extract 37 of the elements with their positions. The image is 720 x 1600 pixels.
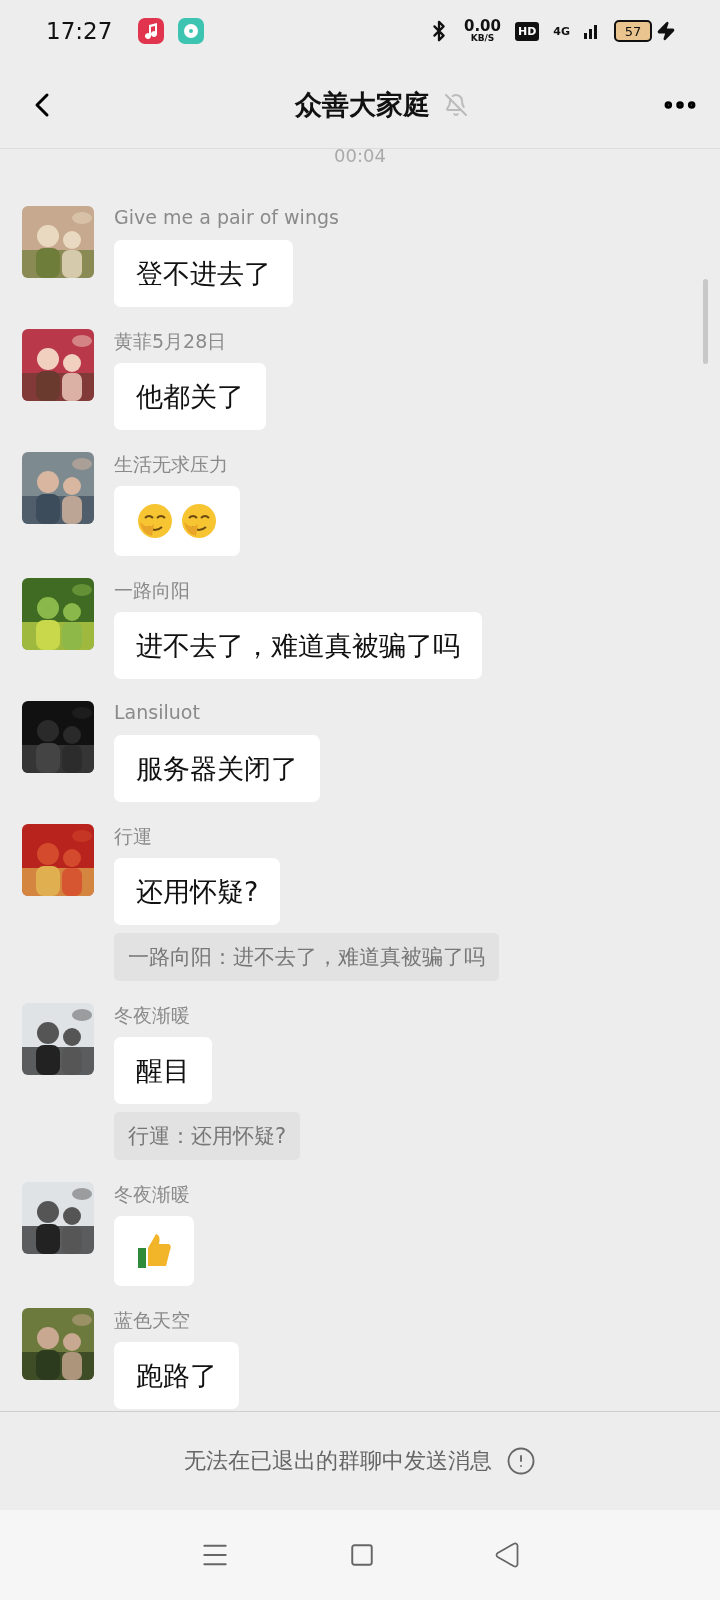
message-bubble: 还用怀疑?: [114, 858, 281, 925]
message-bubble: 跑路了: [114, 1342, 239, 1409]
quoted-message: 行運：还用怀疑?: [114, 1112, 301, 1160]
disc-app-icon: [178, 18, 205, 44]
facepalm-emoji-icon: [180, 502, 218, 540]
message-bubble: 醒目: [114, 1037, 212, 1104]
signal-icon: [584, 23, 600, 39]
network-speed: 0.00: [463, 19, 501, 34]
network-type: 4G: [553, 24, 570, 38]
sender-name: 生活无求压力: [114, 452, 228, 477]
charging-icon: [656, 21, 676, 41]
sender-name: Give me a pair of wings: [114, 206, 339, 230]
clock: 17:27: [46, 18, 113, 44]
timestamp: 00:04: [334, 149, 386, 166]
sender-name: 行運: [114, 824, 152, 849]
sender-name: Lansiluot: [114, 701, 200, 725]
message-bubble: 他都关了: [114, 363, 266, 430]
music-app-icon: [138, 18, 165, 44]
sender-name: 黄菲5月28日: [114, 329, 227, 354]
facepalm-emoji-icon: [136, 502, 174, 540]
sender-name: 一路向阳: [114, 578, 190, 603]
info-icon[interactable]: [506, 1446, 536, 1476]
hd-badge: HD: [514, 21, 540, 41]
sender-name: 蓝色天空: [114, 1308, 190, 1333]
home-icon[interactable]: [349, 1542, 375, 1568]
message-bubble: 进不去了，难道真被骗了吗: [114, 612, 482, 679]
message-bubble: 服务器关闭了: [114, 735, 320, 802]
back-icon[interactable]: [493, 1541, 521, 1569]
notice-text: 无法在已退出的群聊中发送消息: [184, 1447, 492, 1475]
sender-name: 冬夜渐暖: [114, 1003, 190, 1028]
battery-level: 57: [614, 20, 652, 42]
chat-title: 众善大家庭: [294, 88, 430, 122]
sender-name: 冬夜渐暖: [114, 1182, 190, 1207]
message-bubble: 登不进去了: [114, 240, 293, 307]
thumbs-up-icon: [136, 1232, 172, 1270]
quoted-message: 一路向阳：进不去了，难道真被骗了吗: [114, 933, 499, 981]
speed-unit: KB/S: [470, 34, 495, 43]
